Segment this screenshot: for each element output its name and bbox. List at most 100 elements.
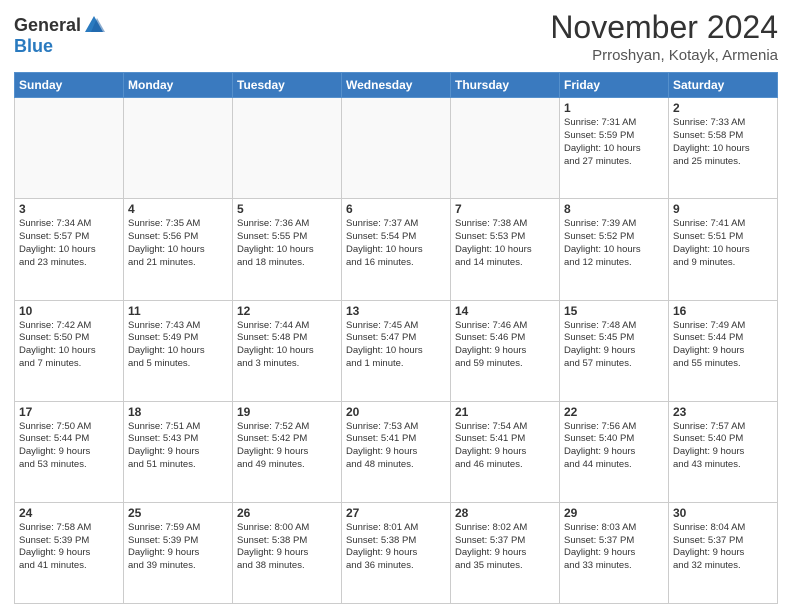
day-info: Sunrise: 7:39 AMSunset: 5:52 PMDaylight:…	[564, 218, 664, 269]
title-section: November 2024 Prroshyan, Kotayk, Armenia	[550, 10, 778, 64]
day-header-monday: Monday	[124, 73, 233, 98]
day-number: 2	[673, 101, 773, 115]
day-info: Sunrise: 7:54 AMSunset: 5:41 PMDaylight:…	[455, 421, 555, 472]
day-info: Sunrise: 7:41 AMSunset: 5:51 PMDaylight:…	[673, 218, 773, 269]
day-info: Sunrise: 7:49 AMSunset: 5:44 PMDaylight:…	[673, 320, 773, 371]
week-row-2: 10Sunrise: 7:42 AMSunset: 5:50 PMDayligh…	[15, 300, 778, 401]
day-number: 12	[237, 304, 337, 318]
day-header-friday: Friday	[560, 73, 669, 98]
day-info: Sunrise: 8:03 AMSunset: 5:37 PMDaylight:…	[564, 522, 664, 573]
week-row-3: 17 Sunrise: 7:50 AMSunset: 5:44 PMDayligh…	[15, 401, 778, 502]
day-number: 19	[237, 405, 337, 419]
day-number: 9	[673, 202, 773, 216]
day-cell: 14Sunrise: 7:46 AMSunset: 5:46 PMDayligh…	[451, 300, 560, 401]
day-cell: 16 Sunrise: 7:49 AMSunset: 5:44 PMDayligh…	[669, 300, 778, 401]
day-info: Sunrise: 7:57 AMSunset: 5:40 PMDaylight:…	[673, 421, 773, 472]
day-number: 13	[346, 304, 446, 318]
day-number: 7	[455, 202, 555, 216]
day-cell: 25 Sunrise: 7:59 AMSunset: 5:39 PMDayligh…	[124, 502, 233, 603]
day-number: 20	[346, 405, 446, 419]
week-row-4: 24 Sunrise: 7:58 AMSunset: 5:39 PMDayligh…	[15, 502, 778, 603]
day-cell	[15, 98, 124, 199]
calendar: SundayMondayTuesdayWednesdayThursdayFrid…	[14, 72, 778, 604]
day-cell: 21 Sunrise: 7:54 AMSunset: 5:41 PMDayligh…	[451, 401, 560, 502]
day-number: 15	[564, 304, 664, 318]
day-cell: 9 Sunrise: 7:41 AMSunset: 5:51 PMDaylight…	[669, 199, 778, 300]
day-number: 23	[673, 405, 773, 419]
day-number: 16	[673, 304, 773, 318]
day-number: 24	[19, 506, 119, 520]
day-info: Sunrise: 7:44 AMSunset: 5:48 PMDaylight:…	[237, 320, 337, 371]
day-number: 25	[128, 506, 228, 520]
day-info: Sunrise: 7:53 AMSunset: 5:41 PMDaylight:…	[346, 421, 446, 472]
day-number: 6	[346, 202, 446, 216]
day-info: Sunrise: 7:36 AMSunset: 5:55 PMDaylight:…	[237, 218, 337, 269]
day-number: 1	[564, 101, 664, 115]
day-header-thursday: Thursday	[451, 73, 560, 98]
day-info: Sunrise: 8:04 AMSunset: 5:37 PMDaylight:…	[673, 522, 773, 573]
day-cell: 15Sunrise: 7:48 AMSunset: 5:45 PMDayligh…	[560, 300, 669, 401]
day-cell: 19 Sunrise: 7:52 AMSunset: 5:42 PMDayligh…	[233, 401, 342, 502]
day-cell: 3 Sunrise: 7:34 AMSunset: 5:57 PMDaylight…	[15, 199, 124, 300]
logo-icon	[83, 14, 105, 36]
day-info: Sunrise: 7:58 AMSunset: 5:39 PMDaylight:…	[19, 522, 119, 573]
logo-general-text: General	[14, 15, 81, 36]
day-cell: 1 Sunrise: 7:31 AMSunset: 5:59 PMDaylight…	[560, 98, 669, 199]
day-cell: 20 Sunrise: 7:53 AMSunset: 5:41 PMDayligh…	[342, 401, 451, 502]
location: Prroshyan, Kotayk, Armenia	[550, 47, 778, 64]
page: General Blue November 2024 Prroshyan, Ko…	[0, 0, 792, 612]
day-header-sunday: Sunday	[15, 73, 124, 98]
day-number: 11	[128, 304, 228, 318]
header-row: SundayMondayTuesdayWednesdayThursdayFrid…	[15, 73, 778, 98]
day-number: 14	[455, 304, 555, 318]
day-info: Sunrise: 8:00 AMSunset: 5:38 PMDaylight:…	[237, 522, 337, 573]
day-info: Sunrise: 7:33 AMSunset: 5:58 PMDaylight:…	[673, 117, 773, 168]
day-cell: 30Sunrise: 8:04 AMSunset: 5:37 PMDayligh…	[669, 502, 778, 603]
week-row-1: 3 Sunrise: 7:34 AMSunset: 5:57 PMDaylight…	[15, 199, 778, 300]
day-info: Sunrise: 7:43 AMSunset: 5:49 PMDaylight:…	[128, 320, 228, 371]
day-info: Sunrise: 7:56 AMSunset: 5:40 PMDaylight:…	[564, 421, 664, 472]
day-info: Sunrise: 7:34 AMSunset: 5:57 PMDaylight:…	[19, 218, 119, 269]
logo: General Blue	[14, 14, 105, 57]
day-cell	[124, 98, 233, 199]
day-number: 8	[564, 202, 664, 216]
day-cell: 22 Sunrise: 7:56 AMSunset: 5:40 PMDayligh…	[560, 401, 669, 502]
day-cell: 28Sunrise: 8:02 AMSunset: 5:37 PMDayligh…	[451, 502, 560, 603]
day-number: 17	[19, 405, 119, 419]
day-cell	[233, 98, 342, 199]
day-info: Sunrise: 7:52 AMSunset: 5:42 PMDaylight:…	[237, 421, 337, 472]
day-cell	[451, 98, 560, 199]
day-cell: 11 Sunrise: 7:43 AMSunset: 5:49 PMDayligh…	[124, 300, 233, 401]
header: General Blue November 2024 Prroshyan, Ko…	[14, 10, 778, 64]
day-cell: 5Sunrise: 7:36 AMSunset: 5:55 PMDaylight…	[233, 199, 342, 300]
day-info: Sunrise: 7:31 AMSunset: 5:59 PMDaylight:…	[564, 117, 664, 168]
day-cell: 12 Sunrise: 7:44 AMSunset: 5:48 PMDayligh…	[233, 300, 342, 401]
day-cell: 2 Sunrise: 7:33 AMSunset: 5:58 PMDaylight…	[669, 98, 778, 199]
day-header-saturday: Saturday	[669, 73, 778, 98]
day-cell: 29 Sunrise: 8:03 AMSunset: 5:37 PMDayligh…	[560, 502, 669, 603]
day-info: Sunrise: 7:38 AMSunset: 5:53 PMDaylight:…	[455, 218, 555, 269]
day-cell: 6 Sunrise: 7:37 AMSunset: 5:54 PMDaylight…	[342, 199, 451, 300]
logo-blue-text: Blue	[14, 36, 53, 56]
day-number: 3	[19, 202, 119, 216]
day-cell	[342, 98, 451, 199]
day-number: 27	[346, 506, 446, 520]
day-cell: 17 Sunrise: 7:50 AMSunset: 5:44 PMDayligh…	[15, 401, 124, 502]
day-number: 10	[19, 304, 119, 318]
day-info: Sunrise: 7:37 AMSunset: 5:54 PMDaylight:…	[346, 218, 446, 269]
day-cell: 4Sunrise: 7:35 AMSunset: 5:56 PMDaylight…	[124, 199, 233, 300]
day-number: 21	[455, 405, 555, 419]
day-info: Sunrise: 8:01 AMSunset: 5:38 PMDaylight:…	[346, 522, 446, 573]
day-info: Sunrise: 7:50 AMSunset: 5:44 PMDaylight:…	[19, 421, 119, 472]
day-cell: 18Sunrise: 7:51 AMSunset: 5:43 PMDayligh…	[124, 401, 233, 502]
day-info: Sunrise: 7:59 AMSunset: 5:39 PMDaylight:…	[128, 522, 228, 573]
day-cell: 26Sunrise: 8:00 AMSunset: 5:38 PMDayligh…	[233, 502, 342, 603]
day-number: 28	[455, 506, 555, 520]
day-number: 29	[564, 506, 664, 520]
day-number: 4	[128, 202, 228, 216]
day-number: 22	[564, 405, 664, 419]
day-cell: 23 Sunrise: 7:57 AMSunset: 5:40 PMDayligh…	[669, 401, 778, 502]
day-info: Sunrise: 7:45 AMSunset: 5:47 PMDaylight:…	[346, 320, 446, 371]
month-title: November 2024	[550, 10, 778, 45]
day-header-tuesday: Tuesday	[233, 73, 342, 98]
